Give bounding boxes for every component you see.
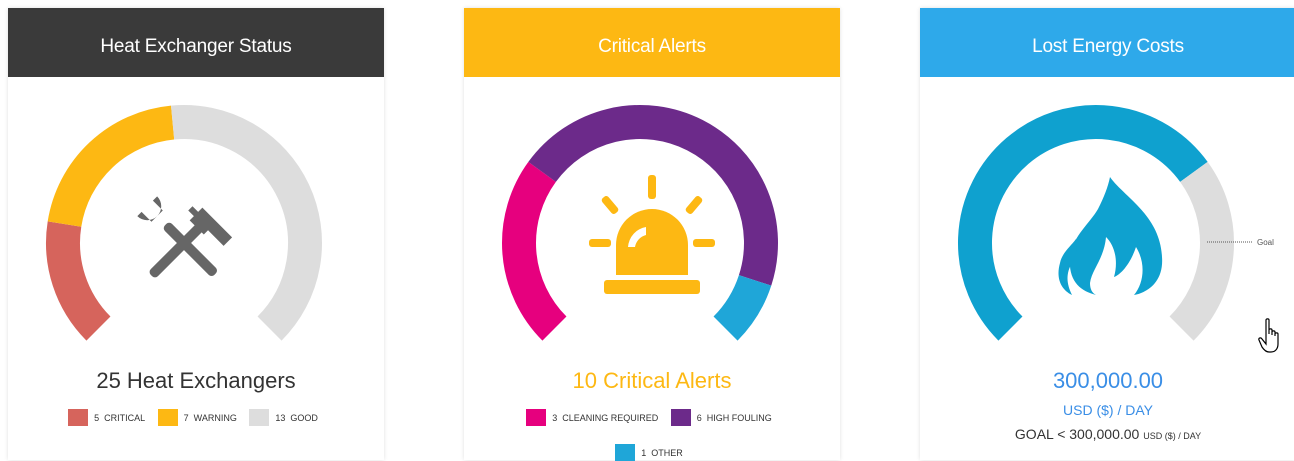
status-legend: 5 CRITICAL 7 WARNING 13 GOOD xyxy=(8,409,384,426)
legend-item-good: 13 GOOD xyxy=(249,409,324,426)
legend-item-cleaning-required: 3 CLEANING REQUIRED xyxy=(526,409,664,426)
legend-item-other: 1 OTHER xyxy=(615,444,689,461)
gauge-segment-good xyxy=(171,105,322,341)
legend-swatch xyxy=(157,409,178,426)
legend-item-warning: 7 WARNING xyxy=(157,409,243,426)
legend-swatch xyxy=(68,409,89,426)
critical-alerts-card: Critical Alerts 10 Critical Alerts 3 CLE… xyxy=(464,8,840,461)
legend-item-critical: 5 CRITICAL xyxy=(68,409,151,426)
card-header: Heat Exchanger Status xyxy=(8,8,384,77)
card-title: Heat Exchanger Status xyxy=(100,36,292,57)
status-gauge xyxy=(46,105,322,341)
alarm-light-icon xyxy=(589,175,715,294)
lost-energy-value: 300,000.00 xyxy=(1052,368,1164,393)
alerts-legend-row-2: 1 OTHER xyxy=(464,444,840,461)
flame-icon xyxy=(1058,177,1163,295)
alerts-legend-row-1: 3 CLEANING REQUIRED 6 HIGH FOULING xyxy=(464,409,840,426)
gauge-segment-critical xyxy=(46,221,111,341)
gauge-track xyxy=(1169,161,1234,341)
legend-swatch xyxy=(249,409,270,426)
gauge-segment-other xyxy=(713,274,772,341)
gauge-segment-cleaning-required xyxy=(502,161,567,341)
lost-energy-unit: USD ($) / DAY xyxy=(1063,402,1153,418)
card-title: Lost Energy Costs xyxy=(1032,36,1184,57)
critical-alerts-count: 10 Critical Alerts xyxy=(572,368,732,393)
legend-swatch xyxy=(670,409,691,426)
heat-exchanger-count: 25 Heat Exchangers xyxy=(96,368,296,393)
wrench-hammer-icon xyxy=(137,196,233,278)
legend-item-high-fouling: 6 HIGH FOULING xyxy=(670,409,778,426)
gauge-segment-warning xyxy=(47,105,175,228)
hand-pointer-icon xyxy=(1258,318,1279,353)
card-header: Lost Energy Costs xyxy=(920,8,1294,77)
card-title: Critical Alerts xyxy=(598,36,706,57)
lost-energy-costs-card: Lost Energy Costs Goal 300,000.00 USD ($… xyxy=(920,8,1294,460)
goal-text: GOAL < 300,000.00 USD ($) / DAY xyxy=(1014,426,1202,442)
heat-exchanger-status-card: Heat Exchanger Status 25 Heat Exchangers… xyxy=(8,8,384,460)
legend-swatch xyxy=(615,444,636,461)
energy-gauge: Goal xyxy=(958,105,1274,341)
gauge-fill xyxy=(958,105,1208,341)
legend-swatch xyxy=(526,409,547,426)
card-header: Critical Alerts xyxy=(464,8,840,77)
alerts-gauge xyxy=(502,105,778,341)
goal-label: Goal xyxy=(1257,238,1274,247)
